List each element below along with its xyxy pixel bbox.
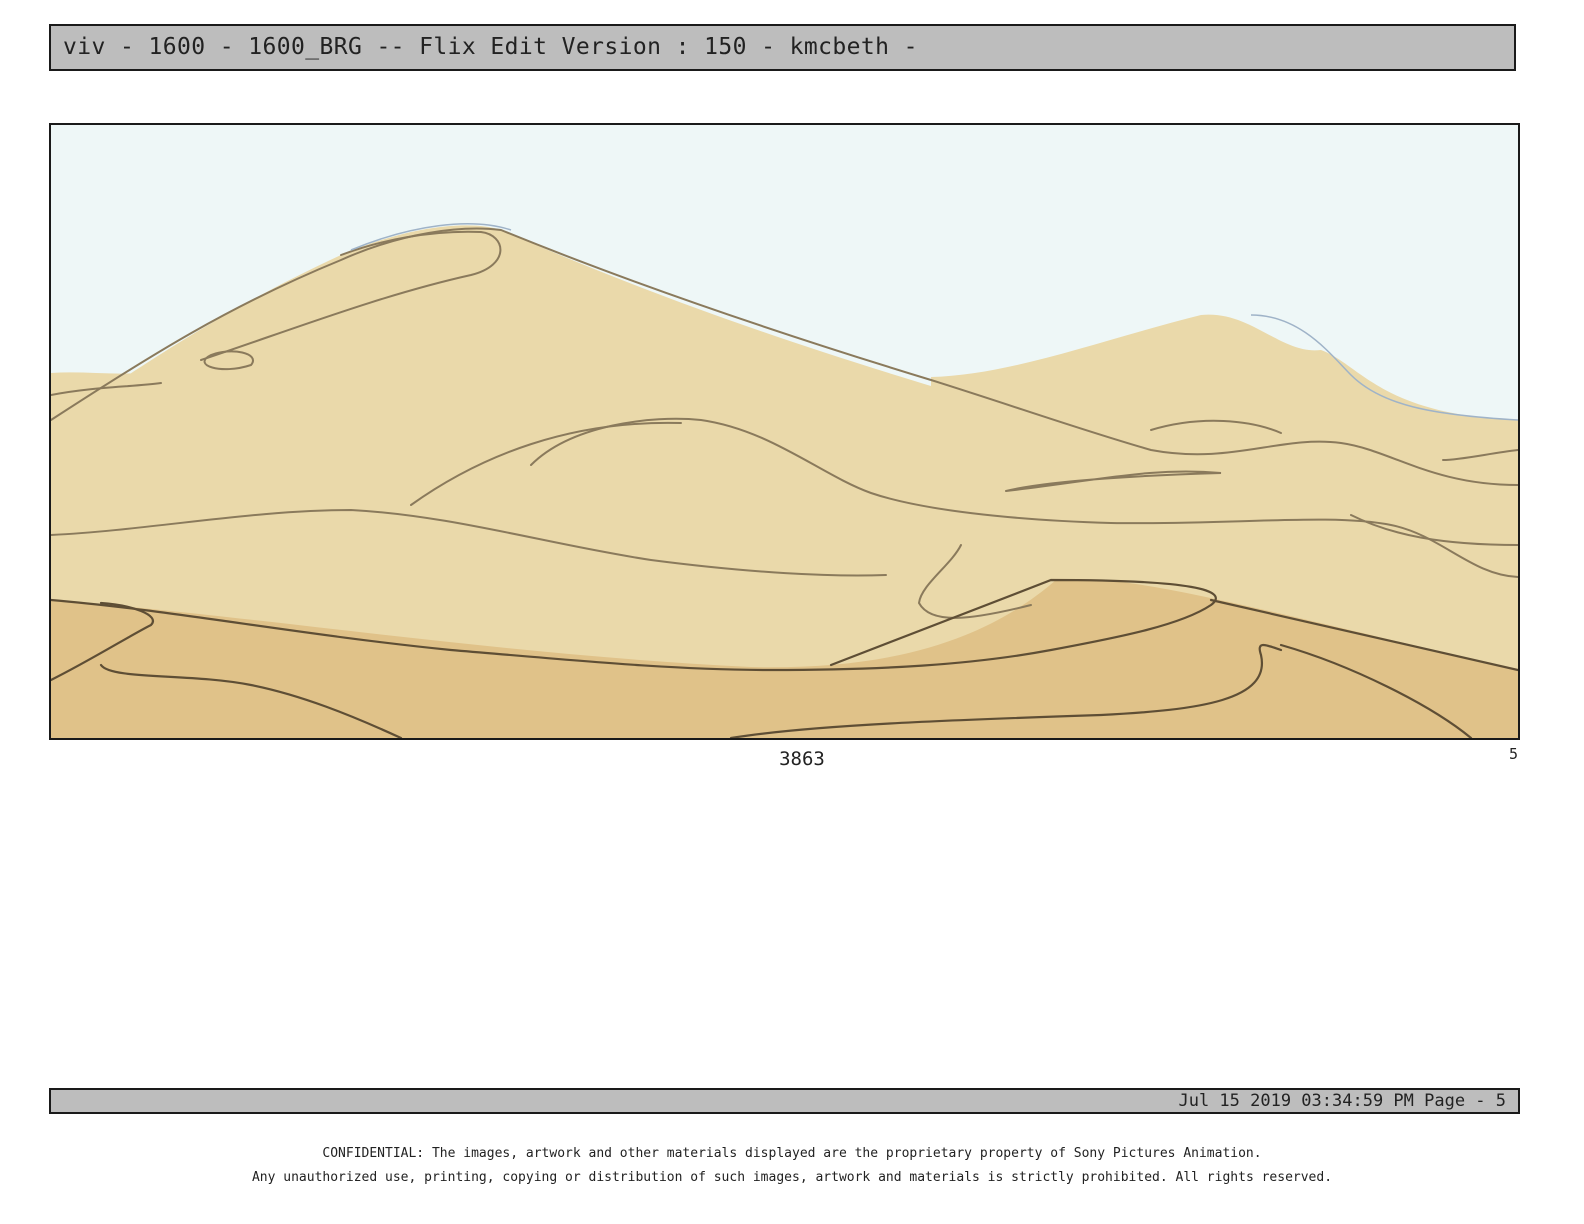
storyboard-panel bbox=[49, 123, 1520, 740]
desert-dunes-illustration bbox=[51, 125, 1518, 738]
header-bar: viv - 1600 - 1600_BRG -- Flix Edit Versi… bbox=[49, 24, 1516, 71]
panel-number: 3863 bbox=[779, 748, 825, 770]
footer-bar: Jul 15 2019 03:34:59 PM Page - 5 bbox=[49, 1088, 1520, 1114]
panel-corner-index: 5 bbox=[1508, 745, 1518, 763]
header-title: viv - 1600 - 1600_BRG -- Flix Edit Versi… bbox=[63, 34, 918, 60]
confidential-notice-line2: Any unauthorized use, printing, copying … bbox=[251, 1170, 1333, 1185]
footer-timestamp: Jul 15 2019 03:34:59 PM Page - 5 bbox=[1178, 1091, 1506, 1111]
confidential-notice-line1: CONFIDENTIAL: The images, artwork and ot… bbox=[322, 1146, 1262, 1161]
